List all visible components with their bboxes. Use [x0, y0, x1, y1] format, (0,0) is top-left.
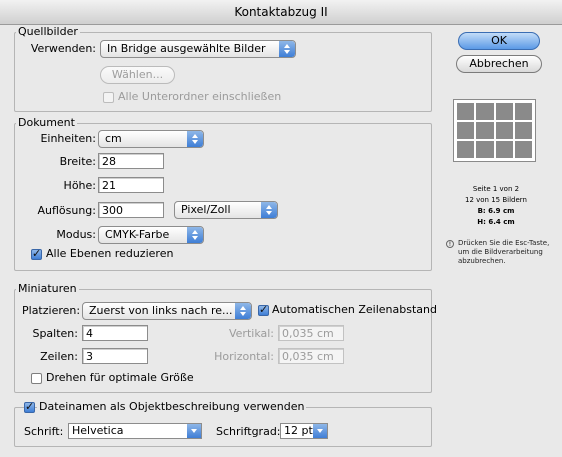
vertical-label: Vertikal: — [228, 327, 274, 340]
size-combo-value: 12 pt — [284, 424, 313, 437]
mode-select[interactable]: CMYK-Farbe — [98, 226, 204, 244]
subfolders-label: Alle Unterordner einschließen — [118, 90, 282, 103]
preview-cell — [495, 103, 513, 120]
source-images-legend: Quellbilder — [16, 25, 80, 38]
chevron-down-icon[interactable] — [187, 424, 201, 438]
columns-input[interactable]: 4 — [82, 325, 148, 341]
size-combo[interactable]: 12 pt — [280, 423, 328, 439]
caption-checkbox[interactable] — [24, 400, 35, 413]
units-select[interactable]: cm — [98, 130, 204, 148]
info-icon: ! — [446, 240, 454, 248]
units-select-value: cm — [105, 132, 122, 145]
preview-cell — [514, 141, 532, 158]
preview-cell — [476, 103, 494, 120]
rotate-label: Drehen für optimale Größe — [46, 371, 194, 384]
updown-arrow-icon — [261, 202, 277, 218]
width-label: Breite: — [59, 155, 96, 168]
font-label: Schrift: — [24, 425, 64, 438]
resolution-unit-value: Pixel/Zoll — [181, 203, 231, 216]
chevron-down-icon[interactable] — [313, 424, 327, 438]
ok-button[interactable]: OK — [458, 32, 540, 50]
dialog-window: Kontaktabzug II Quellbilder Verwenden: I… — [0, 0, 562, 457]
esc-hint: Drücken Sie die Esc-Taste, um die Bildve… — [458, 239, 550, 265]
rows-label: Zeilen: — [40, 350, 78, 363]
size-label: Schriftgrad: — [216, 425, 281, 438]
height-input[interactable]: 21 — [98, 177, 164, 193]
preview-cell — [476, 122, 494, 139]
updown-arrow-icon — [235, 303, 251, 319]
mode-label: Modus: — [56, 228, 96, 241]
resolution-label: Auflösung: — [37, 204, 96, 217]
vertical-input[interactable]: 0,035 cm — [278, 325, 344, 341]
horizontal-input[interactable]: 0,035 cm — [278, 348, 344, 364]
flatten-label: Alle Ebenen reduzieren — [46, 247, 174, 260]
auto-spacing-label: Automatischen Zeilenabstand — [272, 303, 437, 316]
preview-page-count: Seite 1 von 2 — [472, 185, 520, 193]
caption-legend: Dateinamen als Objektbeschreibung verwen… — [37, 400, 307, 413]
thumbnails-legend: Miniaturen — [16, 282, 79, 295]
document-legend: Dokument — [16, 116, 77, 129]
layout-preview-grid — [457, 103, 532, 158]
window-title: Kontaktabzug II — [0, 0, 562, 25]
preview-cell — [495, 141, 513, 158]
preview-image-count: 12 von 15 Bildern — [465, 196, 527, 204]
layout-preview — [453, 99, 536, 162]
height-label: Höhe: — [63, 179, 96, 192]
preview-cell — [476, 141, 494, 158]
horizontal-label: Horizontal: — [214, 350, 274, 363]
resolution-unit-select[interactable]: Pixel/Zoll — [174, 201, 278, 219]
updown-arrow-icon — [187, 227, 203, 243]
resolution-input[interactable]: 300 — [98, 202, 164, 218]
font-combo-value: Helvetica — [72, 424, 124, 437]
auto-spacing-checkbox[interactable] — [258, 303, 269, 316]
use-label: Verwenden: — [30, 42, 96, 55]
font-combo[interactable]: Helvetica — [68, 423, 202, 439]
cancel-button[interactable]: Abbrechen — [456, 55, 542, 73]
columns-label: Spalten: — [32, 327, 78, 340]
rotate-checkbox[interactable] — [31, 373, 42, 384]
choose-button[interactable]: Wählen... — [100, 66, 175, 84]
rows-input[interactable]: 3 — [82, 348, 148, 364]
place-select[interactable]: Zuerst von links nach re... — [82, 302, 252, 320]
place-select-value: Zuerst von links nach re... — [89, 304, 233, 317]
preview-cell — [457, 103, 475, 120]
updown-arrow-icon — [279, 41, 295, 57]
updown-arrow-icon — [187, 131, 203, 147]
place-label: Platzieren: — [22, 304, 81, 317]
flatten-checkbox[interactable] — [31, 247, 42, 260]
use-select-value: In Bridge ausgewählte Bilder — [107, 42, 266, 55]
units-label: Einheiten: — [40, 132, 96, 145]
subfolders-checkbox[interactable] — [103, 92, 114, 103]
preview-cell — [495, 122, 513, 139]
preview-cell — [457, 141, 475, 158]
width-input[interactable]: 28 — [98, 153, 164, 169]
mode-select-value: CMYK-Farbe — [105, 228, 170, 241]
preview-height: H: 6.4 cm — [477, 218, 515, 226]
use-select[interactable]: In Bridge ausgewählte Bilder — [100, 40, 296, 58]
preview-cell — [514, 103, 532, 120]
preview-width: B: 6.9 cm — [477, 207, 515, 215]
preview-cell — [457, 122, 475, 139]
preview-cell — [514, 122, 532, 139]
